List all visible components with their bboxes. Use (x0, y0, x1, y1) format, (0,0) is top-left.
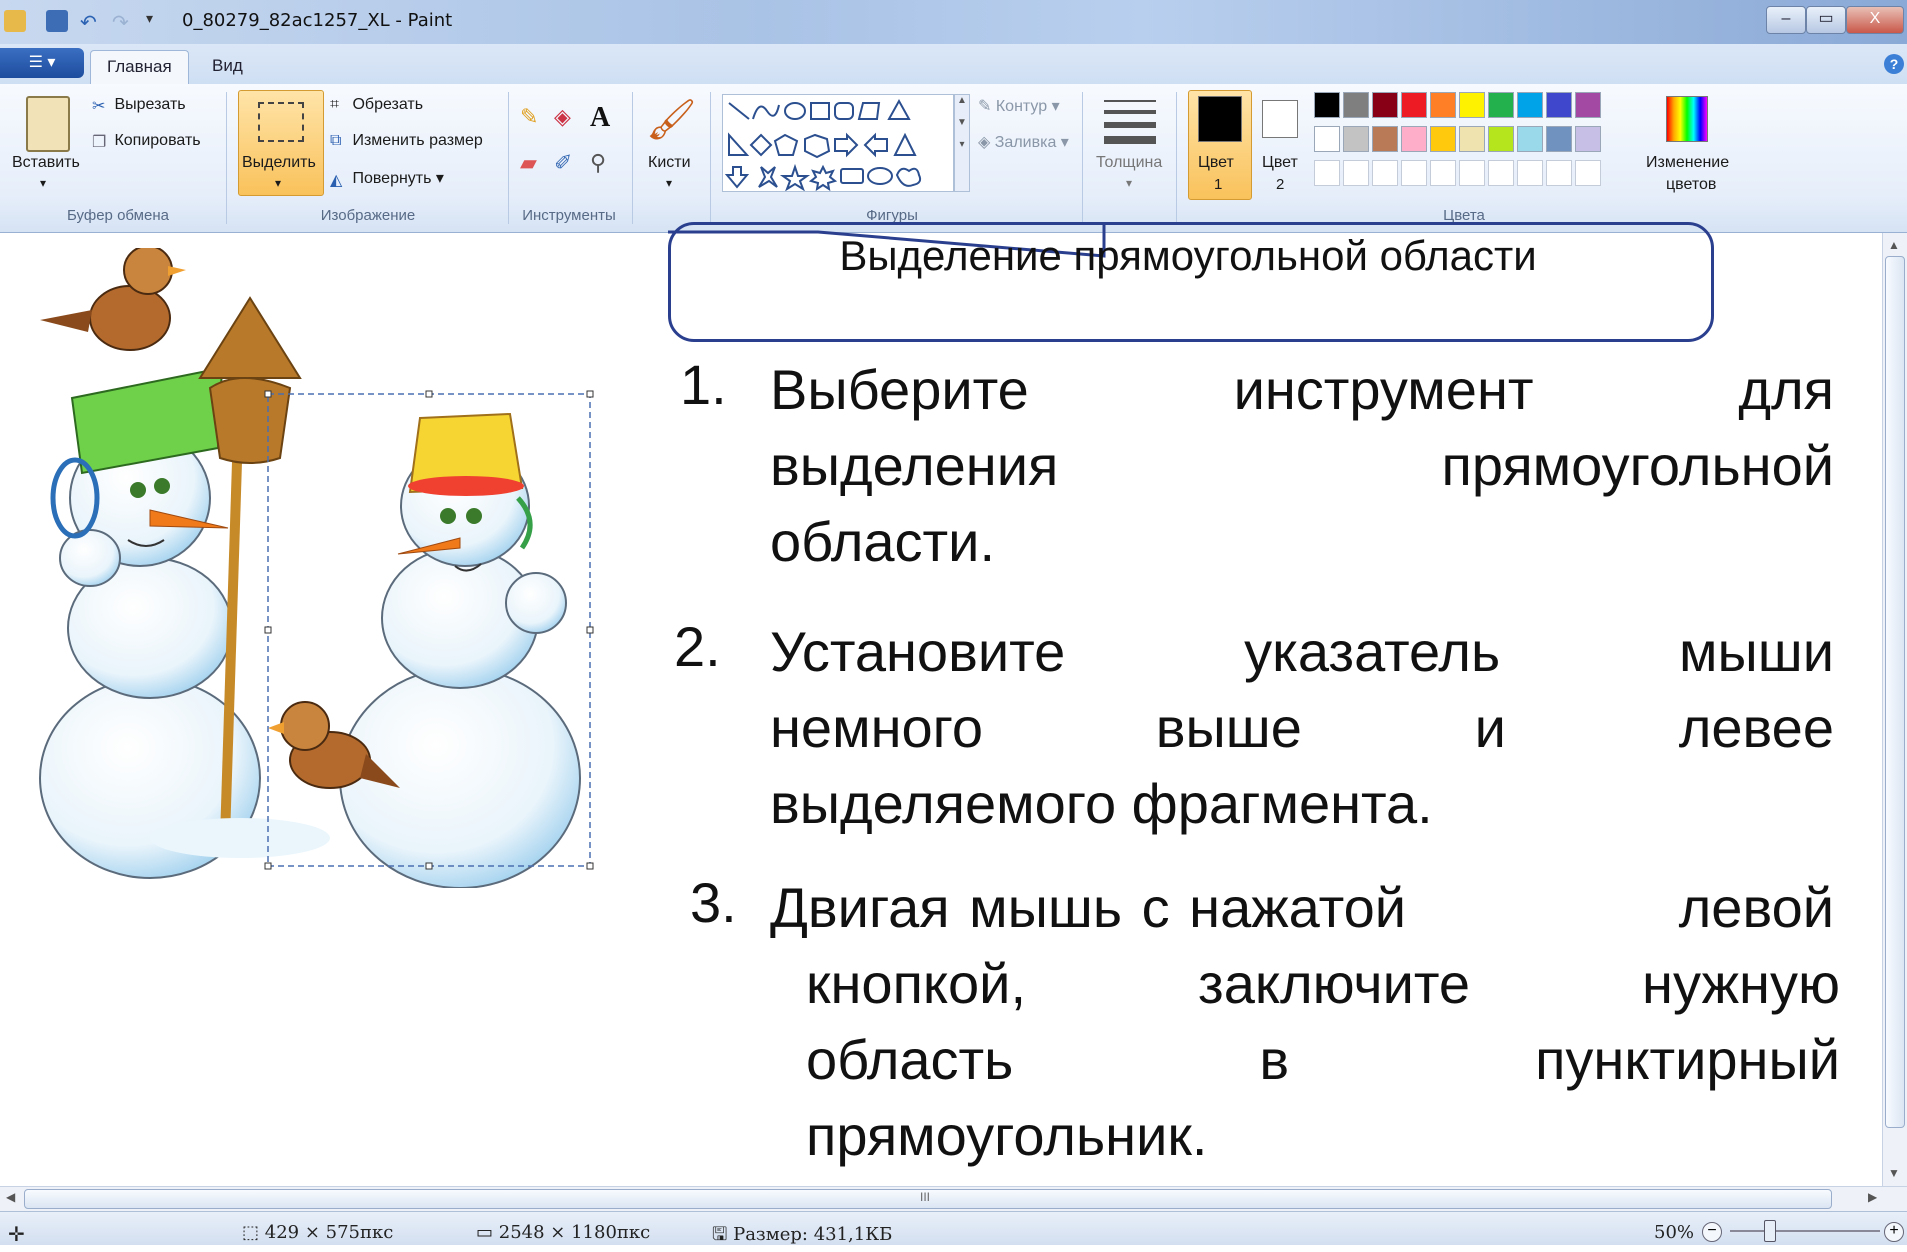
disk-icon: 🖫 (712, 1224, 728, 1245)
step-text: прямоугольник. (806, 1104, 1208, 1167)
selection-size-value: 429 × 575пкс (264, 1222, 394, 1243)
step-number: 3. (690, 871, 737, 934)
image-size-icon: ▭ (476, 1222, 494, 1243)
file-size-value: Размер: 431,1КБ (733, 1224, 893, 1245)
step-text: кнопкой, (806, 952, 1027, 1015)
step-text: область (806, 1028, 1014, 1091)
step-text: мыши (1679, 620, 1834, 683)
cursor-position-icon: ✛ (8, 1222, 25, 1246)
file-size: 🖫 Размер: 431,1КБ (712, 1222, 892, 1252)
selection-size-icon: ⬚ (242, 1222, 260, 1243)
step-text: Выберите (770, 358, 1029, 421)
step-text: для (1738, 358, 1834, 421)
scroll-left-icon[interactable]: ◀ (6, 1190, 15, 1204)
scroll-down-icon[interactable]: ▼ (1888, 1166, 1900, 1180)
selection-size: ⬚ 429 × 575пкс (242, 1222, 393, 1243)
step-text: левее (1678, 696, 1834, 759)
zoom-slider-thumb[interactable] (1764, 1220, 1776, 1242)
zoom-level: 50% (1654, 1222, 1695, 1243)
step-text: пунктирный (1535, 1028, 1840, 1091)
step-text: выделяемого фрагмента. (770, 772, 1433, 835)
step-text: нужную (1642, 952, 1840, 1015)
step-text: и (1474, 696, 1506, 759)
step-text: выделения (770, 434, 1059, 497)
step-text: заключите (1198, 952, 1471, 1015)
zoom-out-icon[interactable]: − (1702, 1222, 1722, 1242)
image-size: ▭ 2548 × 1180пкс (476, 1222, 650, 1243)
step-text: области. (770, 510, 996, 573)
scroll-up-icon[interactable]: ▲ (1888, 238, 1900, 252)
step-text: Двигая мышь с нажатой (770, 876, 1407, 939)
zoom-slider-track[interactable] (1730, 1230, 1880, 1232)
vertical-scroll-thumb[interactable] (1885, 256, 1905, 1128)
step-number: 1. (680, 353, 727, 416)
step-text: инструмент (1233, 358, 1534, 421)
step-text: в (1259, 1028, 1290, 1091)
step-text: немного (770, 696, 983, 759)
step-text: Установите (770, 620, 1066, 683)
zoom-in-icon[interactable]: + (1884, 1222, 1904, 1242)
step-text: прямоугольной (1441, 434, 1835, 497)
scroll-grip: III (920, 1190, 931, 1204)
scroll-right-icon[interactable]: ▶ (1868, 1190, 1877, 1204)
image-size-value: 2548 × 1180пкс (498, 1222, 651, 1243)
step-number: 2. (674, 615, 721, 678)
step-text: левой (1678, 876, 1834, 939)
step-text: указатель (1244, 620, 1501, 683)
callout-text: Выделение прямоугольной области (839, 232, 1537, 279)
step-text: выше (1155, 696, 1302, 759)
